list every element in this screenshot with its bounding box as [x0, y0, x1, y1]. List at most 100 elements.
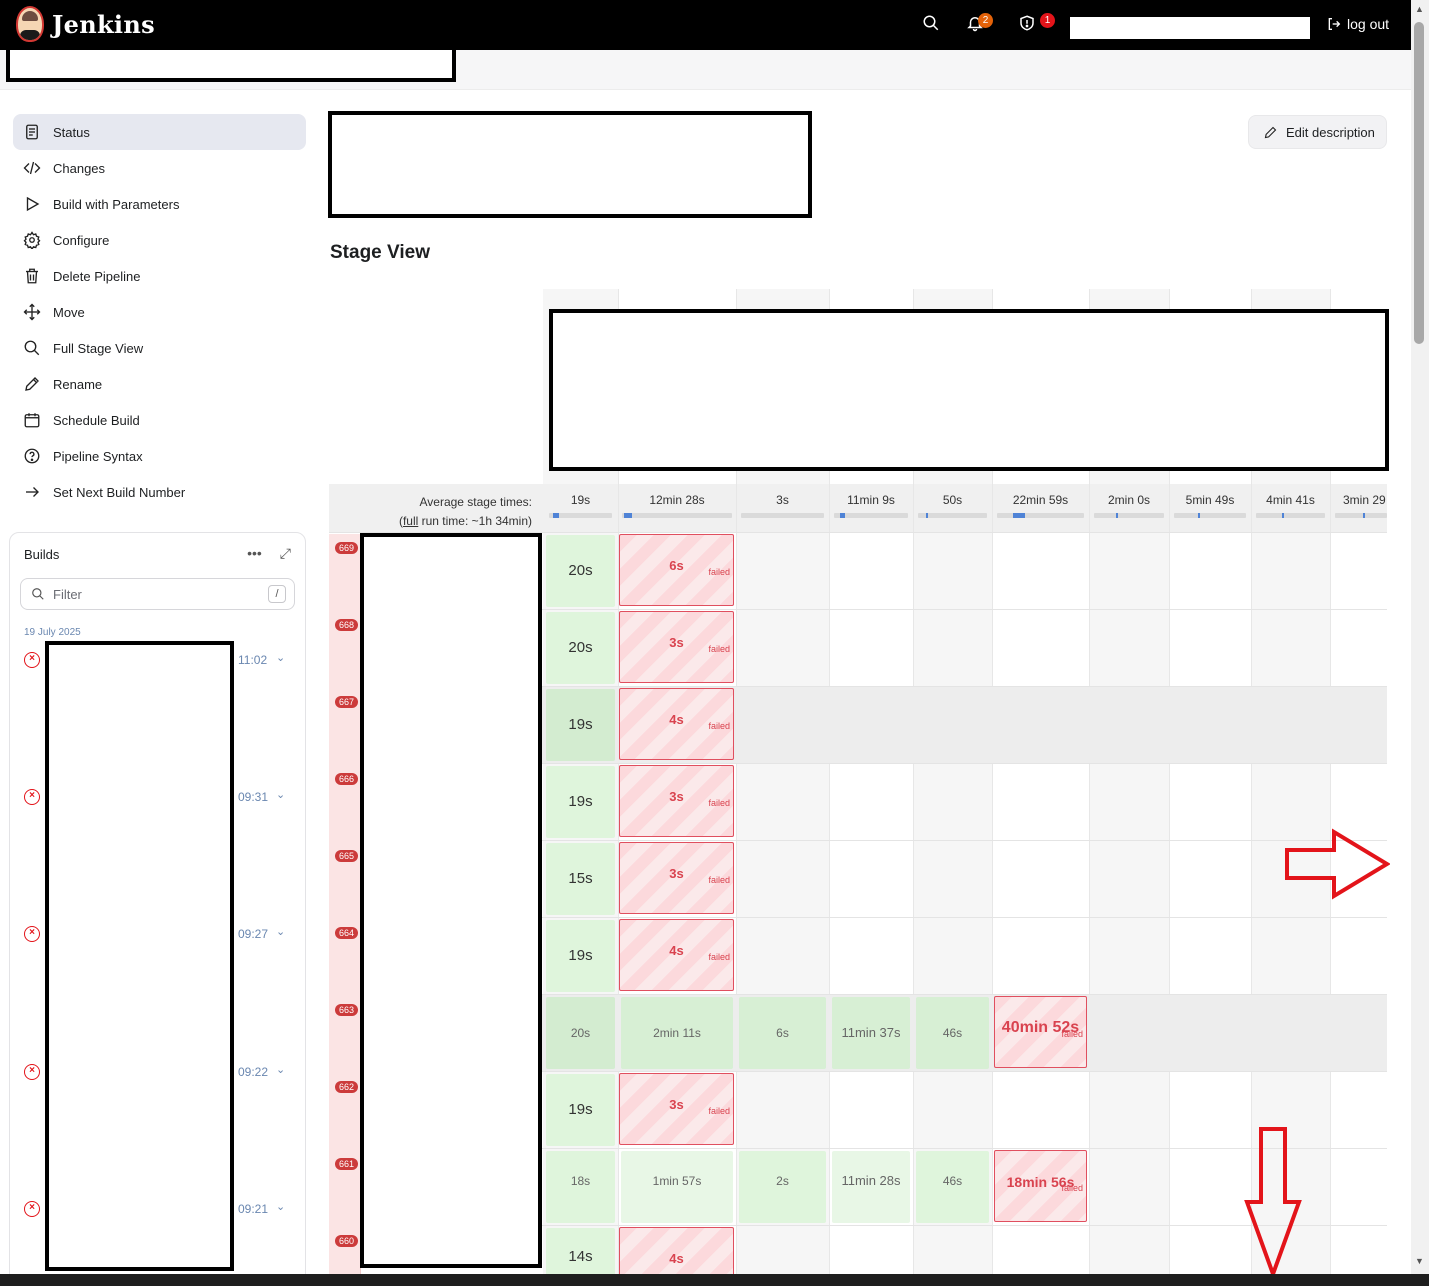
redacted-build-details: [360, 533, 542, 1268]
notifications-button[interactable]: 2: [966, 13, 993, 36]
stage-timing-bar: [549, 513, 612, 518]
stage-cell-failed[interactable]: 6s failed: [619, 534, 734, 606]
stage-duration: 4s: [669, 1251, 684, 1266]
stage-cell-failed[interactable]: 3s failed: [619, 1073, 734, 1145]
stage-cell-failed[interactable]: 3s failed: [619, 842, 734, 914]
sidebar-item-full-stage-view[interactable]: Full Stage View: [13, 330, 306, 366]
sidebar-item-delete-pipeline[interactable]: Delete Pipeline: [13, 258, 306, 294]
chevron-down-icon[interactable]: ⌄: [276, 651, 285, 664]
sidebar-item-move[interactable]: Move: [13, 294, 306, 330]
chevron-down-icon[interactable]: ⌄: [276, 788, 285, 801]
stage-cell-failed[interactable]: 40min 52s failed: [994, 996, 1087, 1068]
search-button[interactable]: [922, 14, 944, 36]
build-number-tag[interactable]: 665: [329, 842, 361, 919]
build-number-tag[interactable]: 663: [329, 996, 361, 1073]
stage-duration: 6s: [776, 1026, 789, 1040]
sidebar-item-pipeline-syntax[interactable]: Pipeline Syntax: [13, 438, 306, 474]
stage-avg-time: 11min 9s: [847, 493, 895, 507]
stage-duration: 19s: [568, 1101, 593, 1118]
stage-cell-success[interactable]: 20s: [546, 535, 615, 607]
stage-avg-time: 4min 41s: [1266, 493, 1315, 507]
chevron-down-icon[interactable]: ⌄: [276, 1200, 285, 1213]
build-number: 660: [335, 1235, 359, 1247]
sidebar-item-rename[interactable]: Rename: [13, 366, 306, 402]
stage-cell-success[interactable]: 46s: [916, 997, 989, 1069]
failed-label: failed: [708, 644, 730, 654]
stage-cell-success[interactable]: 14s: [546, 1228, 615, 1274]
scrollbar-thumb[interactable]: [1414, 22, 1424, 344]
stage-cell-success[interactable]: 19s: [546, 689, 615, 761]
sidebar-item-changes[interactable]: Changes: [13, 150, 306, 186]
logout-icon: [1328, 18, 1341, 30]
sidebar-item-configure[interactable]: Configure: [13, 222, 306, 258]
stage-cell-success[interactable]: 11min 28s: [832, 1151, 910, 1223]
stage-cell-failed[interactable]: 3s failed: [619, 611, 734, 683]
sidebar-item-build-with-parameters[interactable]: Build with Parameters: [13, 186, 306, 222]
stage-cell-success[interactable]: 11min 37s: [832, 997, 910, 1069]
chevron-down-icon[interactable]: ⌄: [276, 1063, 285, 1076]
stage-cell-success[interactable]: 19s: [546, 766, 615, 838]
jenkins-page: { "header": { "app_name": "Jenkins", "no…: [0, 0, 1429, 1286]
build-number-tag[interactable]: 669: [329, 534, 361, 611]
status-icon: [26, 124, 38, 140]
build-number-tag[interactable]: 666: [329, 765, 361, 842]
stage-duration: 11min 37s: [841, 1025, 901, 1040]
stage-cell-success[interactable]: 19s: [546, 920, 615, 992]
stage-cell-success[interactable]: 2s: [739, 1151, 826, 1223]
build-number-tag[interactable]: 668: [329, 611, 361, 688]
edit-description-button[interactable]: Edit description: [1248, 115, 1387, 149]
sidebar-item-status[interactable]: Status: [13, 114, 306, 150]
full-run-time-link[interactable]: full: [403, 514, 418, 528]
stage-cell-failed[interactable]: 18min 56s failed: [994, 1150, 1087, 1222]
more-options-button[interactable]: •••: [247, 545, 262, 562]
logout-link[interactable]: log out: [1326, 16, 1389, 32]
stage-cell-success[interactable]: 6s: [739, 997, 826, 1069]
builds-title: Builds: [24, 547, 60, 562]
stage-avg-time: 22min 59s: [1012, 493, 1069, 507]
stage-duration: 46s: [942, 1174, 963, 1188]
builds-filter-input[interactable]: Filter /: [20, 578, 295, 610]
stage-avg-time: 3s: [776, 493, 789, 507]
stage-duration: 20s: [568, 562, 593, 579]
scroll-down-icon[interactable]: ▼: [1415, 1256, 1424, 1266]
stage-duration: 20s: [568, 639, 593, 656]
stage-cell-failed[interactable]: 3s failed: [619, 765, 734, 837]
stage-cell-success[interactable]: 1min 57s: [621, 1151, 733, 1223]
sidebar-item-set-next-build-number[interactable]: Set Next Build Number: [13, 474, 306, 510]
stage-cell-failed[interactable]: 4s failed: [619, 688, 734, 760]
pencil-icon: [25, 377, 39, 391]
failed-label: failed: [708, 567, 730, 577]
stage-cell-success[interactable]: 15s: [546, 843, 615, 915]
build-number-tag[interactable]: 662: [329, 1073, 361, 1150]
stage-cell-failed[interactable]: 4s: [619, 1227, 734, 1274]
scroll-up-icon[interactable]: ▲: [1415, 4, 1424, 14]
build-time: 09:27: [238, 927, 269, 941]
sidebar-menu: Status Changes Build with Parameters Con…: [13, 114, 306, 510]
stage-avg-time: 2min 0s: [1107, 493, 1151, 507]
average-stage-times-label: Average stage times: (full run time: ~1h…: [329, 493, 532, 531]
stage-duration: 20s: [570, 1026, 591, 1040]
vertical-scrollbar[interactable]: ▲ ▼: [1411, 0, 1429, 1274]
stage-cell-failed[interactable]: 4s failed: [619, 919, 734, 991]
build-number-tag[interactable]: 661: [329, 1150, 361, 1227]
search-icon: [24, 340, 40, 356]
stage-cell-success[interactable]: 20s: [546, 997, 615, 1069]
stage-cell-success[interactable]: 20s: [546, 612, 615, 684]
jenkins-logo[interactable]: Jenkins: [16, 6, 155, 42]
build-number-tag[interactable]: 660: [329, 1227, 361, 1274]
security-button[interactable]: 1: [1018, 13, 1055, 36]
stage-cell-success[interactable]: 2min 11s: [621, 997, 733, 1069]
chevron-down-icon[interactable]: ⌄: [276, 925, 285, 938]
stage-avg-time: 50s: [942, 493, 963, 507]
sidebar-item-schedule-build[interactable]: Schedule Build: [13, 402, 306, 438]
stage-cell-success[interactable]: 46s: [916, 1151, 989, 1223]
stage-avg-time: 3min 29: [1343, 493, 1386, 507]
redacted-user-name[interactable]: [1070, 17, 1310, 39]
build-number-tag[interactable]: 664: [329, 919, 361, 996]
stage-cell-success[interactable]: 18s: [546, 1151, 615, 1223]
expand-icon[interactable]: ⤢: [280, 545, 291, 562]
stage-cell-success[interactable]: 19s: [546, 1074, 615, 1146]
scroll-right-arrow-icon: [1285, 828, 1390, 900]
build-time: 09:21: [238, 1202, 269, 1216]
build-number-tag[interactable]: 667: [329, 688, 361, 765]
